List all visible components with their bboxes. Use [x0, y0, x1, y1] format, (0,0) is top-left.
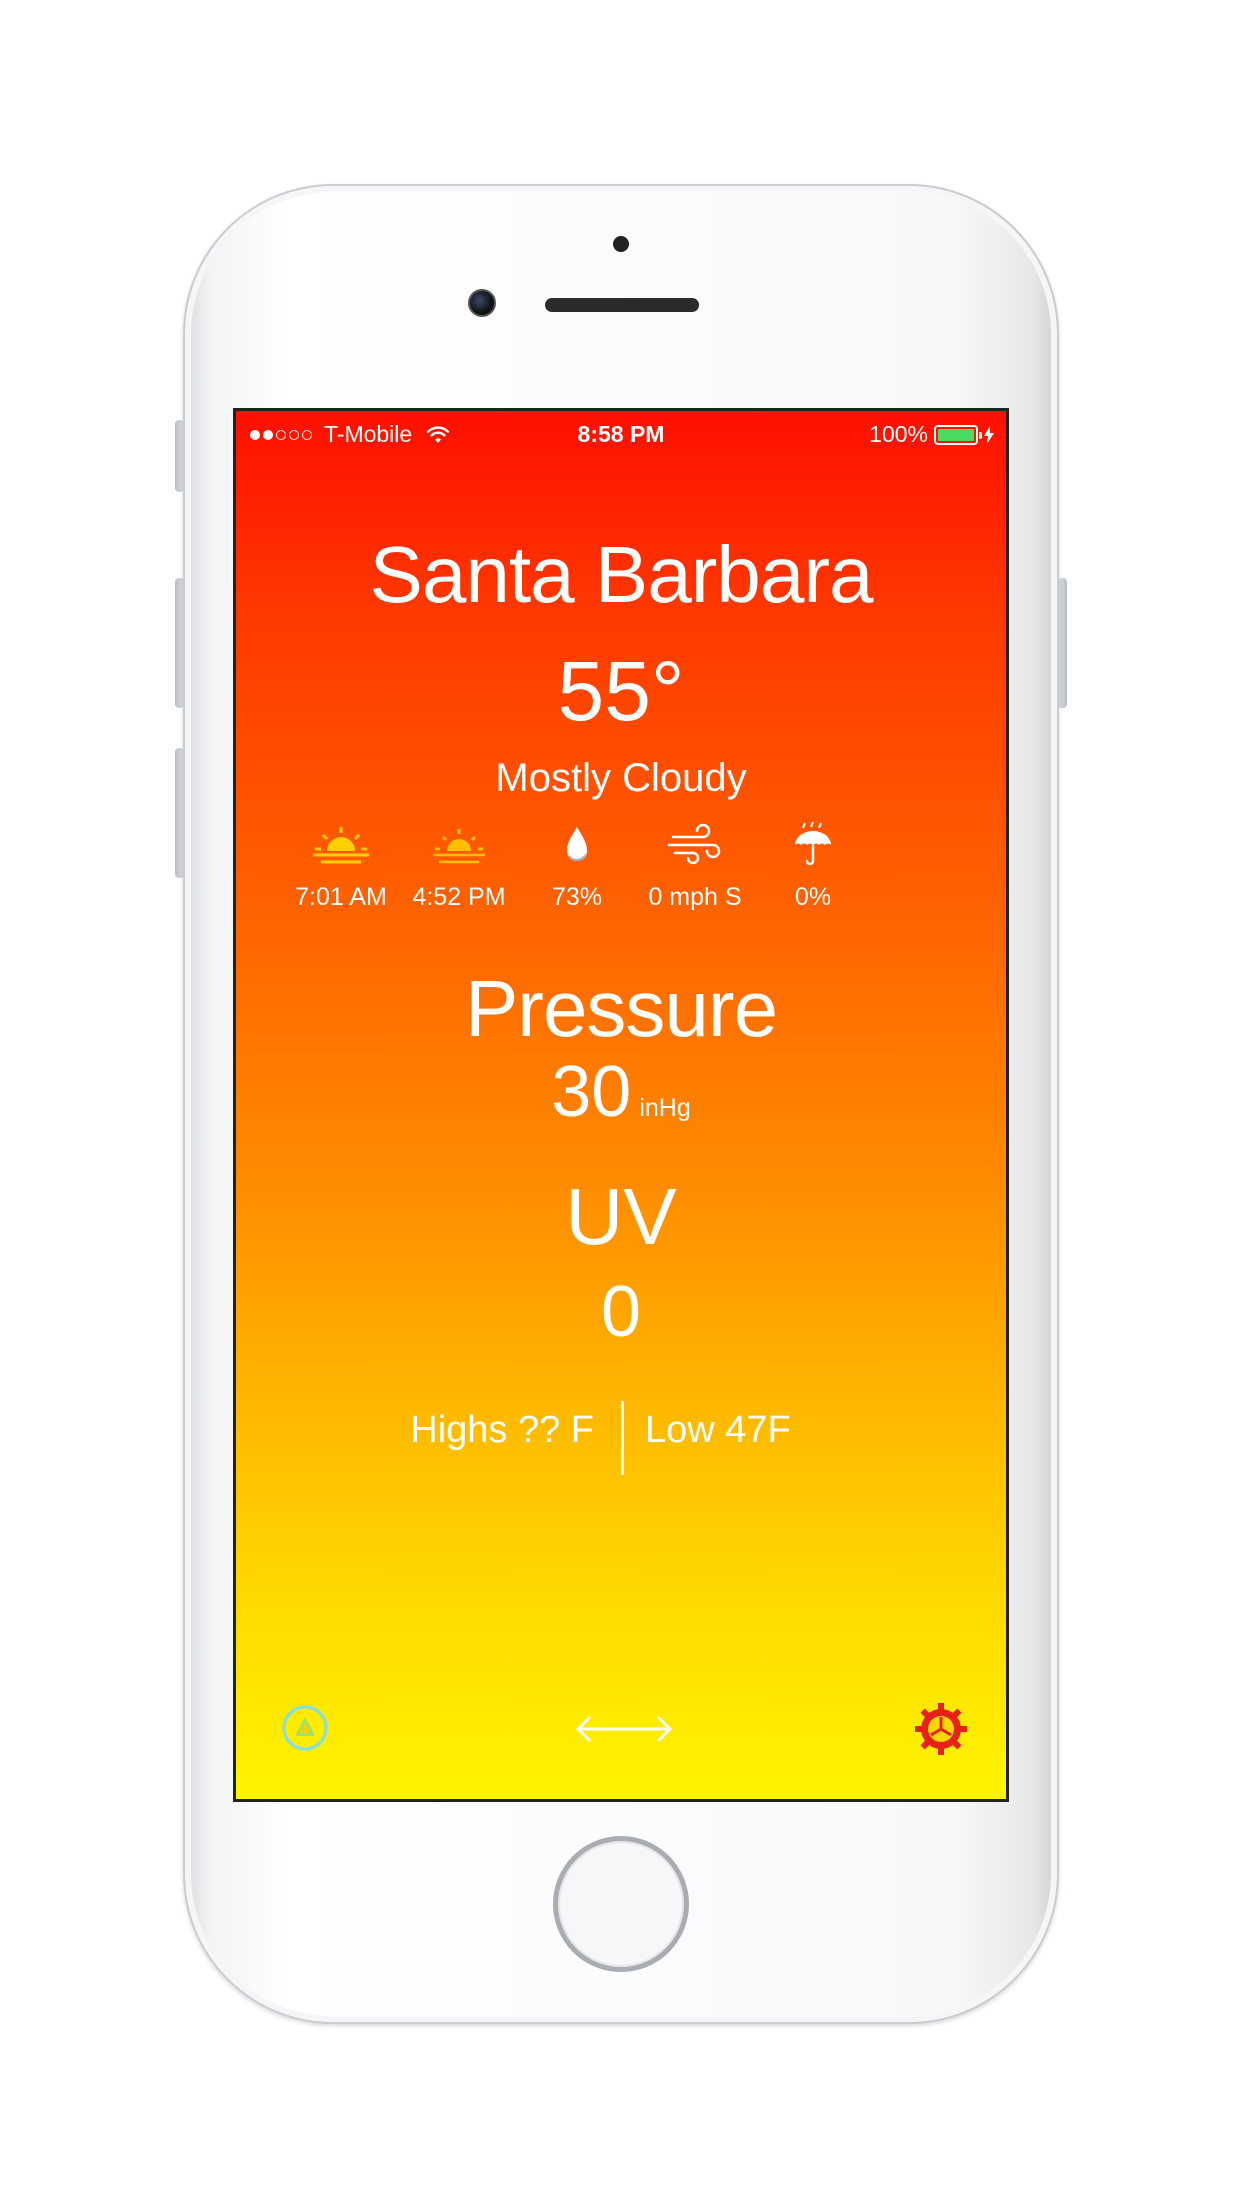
wind-icon: [667, 823, 721, 865]
status-right: 100%: [869, 421, 994, 448]
status-bar: T-Mobile 8:58 PM 100%: [236, 411, 1006, 455]
battery-level-fill: [938, 428, 974, 441]
high-temperature: Highs ?? F: [410, 1409, 594, 1451]
current-temperature: 55°: [557, 644, 685, 738]
battery-tip: [979, 431, 982, 439]
high-low-divider: [621, 1401, 624, 1475]
city-name: Santa Barbara: [369, 530, 874, 619]
weather-metrics: 7:01 AM 4:52 PM 73% 0 mph S 0%: [236, 821, 1006, 931]
charging-bolt-icon: [984, 425, 994, 444]
front-camera: [468, 289, 496, 317]
umbrella-icon: [795, 821, 831, 866]
metric-precipitation: 0%: [738, 821, 888, 912]
home-button[interactable]: [553, 1836, 689, 1972]
pressure-title: Pressure: [464, 964, 778, 1053]
pressure-value: 30: [551, 1052, 632, 1132]
settings-gear-icon[interactable]: [913, 1701, 969, 1757]
battery-icon: [934, 424, 982, 445]
bottom-toolbar: [236, 1701, 1006, 1761]
earpiece-speaker: [545, 298, 699, 312]
low-temperature: Low 47F: [645, 1409, 791, 1451]
uv-title: UV: [565, 1172, 677, 1261]
swap-arrows-icon[interactable]: [574, 1711, 674, 1747]
high-low-row: Highs ?? F Low 47F: [236, 1401, 1006, 1477]
uv-value: 0: [600, 1272, 642, 1352]
precipitation-chance: 0%: [794, 883, 832, 911]
pressure-reading: 30 inHg: [236, 1051, 1006, 1133]
humidity-drop-icon: [567, 827, 587, 861]
weather-condition: Mostly Cloudy: [495, 756, 747, 800]
battery-percentage: 100%: [869, 421, 928, 447]
location-icon[interactable]: [281, 1704, 329, 1752]
proximity-sensor: [613, 236, 629, 252]
app-screen: T-Mobile 8:58 PM 100% Santa Barbara 55° …: [233, 408, 1009, 1802]
device-mockup: T-Mobile 8:58 PM 100% Santa Barbara 55° …: [0, 0, 1242, 2208]
sunset-icon: [433, 829, 485, 864]
pressure-unit: inHg: [639, 1094, 691, 1122]
sunrise-icon: [313, 827, 369, 864]
